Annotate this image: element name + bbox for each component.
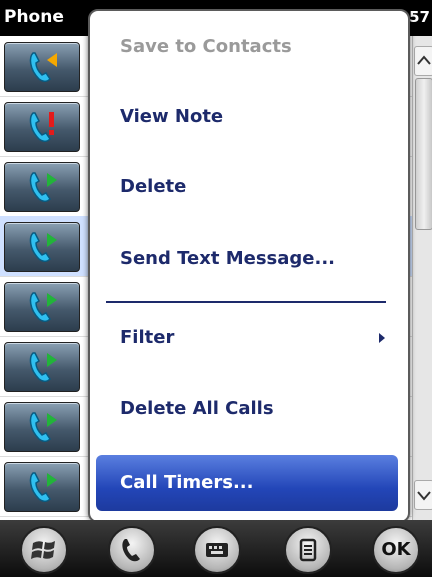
scroll-thumb[interactable] bbox=[415, 78, 432, 230]
chevron-down-icon bbox=[417, 491, 431, 501]
call-missed-button[interactable] bbox=[4, 102, 80, 152]
menu-item-filter-label: Filter bbox=[120, 327, 175, 348]
call-missed-icon bbox=[29, 112, 54, 142]
call-incoming-icon bbox=[29, 352, 57, 382]
call-incoming-icon bbox=[29, 472, 57, 502]
phone-icon bbox=[122, 539, 140, 562]
call-incoming-button[interactable] bbox=[4, 402, 80, 452]
windows-start-icon bbox=[31, 541, 55, 559]
call-incoming-button[interactable] bbox=[4, 222, 80, 272]
menu-item-save-to-contacts[interactable]: Save to Contacts bbox=[90, 17, 406, 77]
call-incoming-button[interactable] bbox=[4, 162, 80, 212]
scroll-down-button[interactable] bbox=[414, 480, 432, 510]
status-clock: 57 bbox=[409, 8, 430, 26]
call-outgoing-button[interactable] bbox=[4, 42, 80, 92]
menu-item-view-note[interactable]: View Note bbox=[90, 87, 406, 147]
app-title: Phone bbox=[4, 7, 64, 27]
call-incoming-icon bbox=[29, 412, 57, 442]
context-menu: Save to Contacts View Note Delete Send T… bbox=[88, 9, 410, 523]
submenu-arrow-icon bbox=[379, 333, 385, 343]
call-incoming-button[interactable] bbox=[4, 342, 80, 392]
menu-item-send-text-message[interactable]: Send Text Message... bbox=[90, 229, 406, 289]
menu-item-filter[interactable]: Filter bbox=[90, 308, 406, 368]
call-incoming-icon bbox=[29, 292, 57, 322]
vertical-scrollbar[interactable] bbox=[412, 36, 432, 520]
keyboard-button[interactable] bbox=[193, 526, 241, 574]
scroll-up-button[interactable] bbox=[414, 46, 432, 76]
call-incoming-icon bbox=[29, 172, 57, 202]
call-incoming-button[interactable] bbox=[4, 282, 80, 332]
menu-separator bbox=[106, 301, 386, 303]
soft-key-bar: OK bbox=[0, 520, 432, 577]
chevron-up-icon bbox=[417, 55, 431, 65]
phone-button[interactable] bbox=[108, 526, 156, 574]
keyboard-icon bbox=[206, 543, 228, 557]
call-incoming-button[interactable] bbox=[4, 462, 80, 512]
menu-item-call-timers[interactable]: Call Timers... bbox=[96, 455, 398, 511]
ok-button[interactable]: OK bbox=[372, 526, 420, 574]
menu-button[interactable] bbox=[284, 526, 332, 574]
menu-list-icon bbox=[299, 538, 317, 562]
menu-item-delete-all-calls[interactable]: Delete All Calls bbox=[90, 379, 406, 439]
ok-label: OK bbox=[381, 539, 411, 560]
start-button[interactable] bbox=[20, 526, 68, 574]
menu-item-delete[interactable]: Delete bbox=[90, 157, 406, 217]
call-outgoing-icon bbox=[29, 52, 57, 82]
call-incoming-icon bbox=[29, 232, 57, 262]
